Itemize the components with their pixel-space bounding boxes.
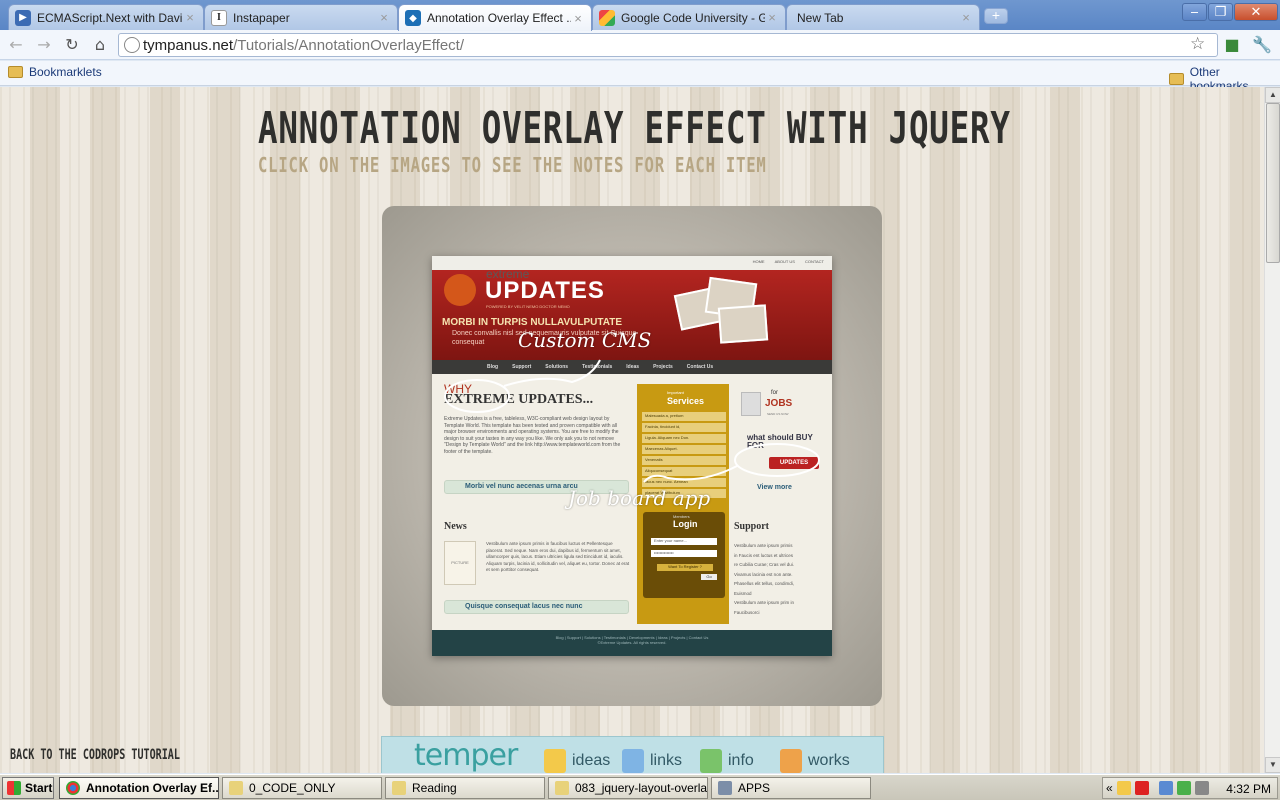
vertical-scrollbar[interactable]: ▲ ▼: [1264, 87, 1280, 773]
tray-expand-icon[interactable]: «: [1106, 781, 1113, 795]
codrops-icon: ◆: [405, 10, 421, 26]
bookmark-star-icon[interactable]: ☆: [1190, 34, 1205, 54]
taskbar-item-label: APPS: [738, 781, 771, 795]
picture-icon: [780, 749, 802, 773]
forward-arrow-icon[interactable]: →: [34, 35, 54, 55]
url-path: /Tutorials/AnnotationOverlayEffect/: [233, 36, 465, 54]
security-icon[interactable]: [1176, 781, 1191, 795]
annotation-connector: [643, 465, 738, 483]
clock: 4:32 PM: [1226, 782, 1271, 796]
annotation-connector: [503, 359, 601, 387]
taskbar-item-reading[interactable]: Reading: [385, 777, 545, 799]
network-icon[interactable]: [1158, 781, 1173, 795]
promo-item-works[interactable]: works: [780, 749, 850, 773]
taskbar-item-label: 083_jquery-layout-overlay: [575, 781, 708, 795]
tab-ecmascript[interactable]: ▶ ECMAScript.Next with Davi... ×: [8, 4, 204, 30]
gmail-icon[interactable]: [1134, 781, 1149, 795]
taskbar-item-label: Reading: [412, 781, 457, 795]
tab-title: New Tab: [797, 10, 844, 25]
start-label: Start: [25, 781, 53, 795]
chrome-icon: [66, 781, 80, 795]
address-bar[interactable]: tympanus.net/Tutorials/AnnotationOverlay…: [118, 33, 1218, 57]
extension-icon[interactable]: ■: [1222, 35, 1242, 55]
start-button[interactable]: Start: [2, 777, 54, 799]
link-icon: [622, 749, 644, 773]
annotation-note-cms: Custom CMS: [518, 328, 652, 352]
tab-instapaper[interactable]: I Instapaper ×: [204, 4, 398, 30]
windows-logo-icon: [7, 781, 21, 795]
tab-annotation-overlay[interactable]: ◆ Annotation Overlay Effect ... ×: [398, 4, 592, 31]
url-host: tympanus.net: [143, 36, 234, 54]
taskbar-item-label: 0_CODE_ONLY: [249, 781, 336, 795]
promo-item-links[interactable]: links: [622, 749, 682, 773]
tab-new-tab[interactable]: New Tab ×: [786, 4, 980, 30]
close-window-button[interactable]: ✕: [1234, 3, 1278, 21]
annotation-note-job-board: Job board app: [568, 486, 711, 510]
folder-icon: [8, 66, 23, 78]
taskbar-item-browser[interactable]: Annotation Overlay Ef...: [59, 777, 219, 799]
new-tab-button[interactable]: +: [984, 8, 1008, 24]
taskbar-item-label: Annotation Overlay Ef...: [86, 781, 219, 795]
taskbar-item-jquery-layout[interactable]: 083_jquery-layout-overlay: [548, 777, 708, 799]
browser-titlebar: ▶ ECMAScript.Next with Davi... × I Insta…: [0, 0, 1280, 31]
annotation-strokes: [444, 359, 820, 483]
promo-item-ideas[interactable]: ideas: [544, 749, 610, 773]
notepad-icon: [392, 781, 406, 795]
tab-title: Annotation Overlay Effect ...: [427, 11, 571, 25]
notepad-icon: [229, 781, 243, 795]
home-icon[interactable]: ⌂: [90, 35, 110, 55]
globe-icon: [124, 37, 140, 53]
tab-close-icon[interactable]: ×: [765, 10, 779, 25]
annotation-circle: [734, 443, 820, 477]
notepad-icon: [555, 781, 569, 795]
windows-taskbar: Start Annotation Overlay Ef... 0_CODE_ON…: [0, 774, 1280, 800]
tab-close-icon[interactable]: ×: [571, 11, 585, 26]
scroll-thumb[interactable]: [1266, 103, 1280, 263]
promo-label: ideas: [572, 752, 611, 769]
video-icon: ▶: [15, 9, 31, 26]
taskbar-item-apps[interactable]: APPS: [711, 777, 871, 799]
reload-icon[interactable]: ↻: [62, 35, 82, 55]
tray-app-icon[interactable]: [1116, 781, 1131, 795]
page-viewport: ANNOTATION OVERLAY EFFECT WITH JQUERY CL…: [0, 87, 1264, 773]
taskbar-item-code-only[interactable]: 0_CODE_ONLY: [222, 777, 382, 799]
tab-title: Instapaper: [233, 10, 290, 25]
tab-close-icon[interactable]: ×: [183, 10, 197, 25]
promo-item-info[interactable]: info: [700, 749, 754, 773]
wrench-icon[interactable]: 🔧: [1252, 35, 1272, 55]
back-to-tutorial-link[interactable]: BACK TO THE CODROPS TUTORIAL: [10, 747, 180, 763]
page-title: ANNOTATION OVERLAY EFFECT WITH JQUERY: [258, 103, 1011, 154]
promo-label: works: [808, 752, 850, 769]
maximize-button[interactable]: ❐: [1208, 3, 1233, 21]
scroll-down-arrow-icon[interactable]: ▼: [1265, 757, 1280, 773]
system-tray: « 4:32 PM: [1102, 777, 1278, 799]
instapaper-icon: I: [211, 9, 227, 26]
minimize-button[interactable]: ‒: [1182, 3, 1207, 21]
promo-banner[interactable]: temper ideas links info works: [381, 736, 884, 773]
google-icon: [599, 9, 615, 26]
volume-icon[interactable]: [1194, 781, 1209, 795]
info-icon: [700, 749, 722, 773]
annotation-circle: [444, 379, 510, 413]
tab-close-icon[interactable]: ×: [959, 10, 973, 25]
app-window-icon: [718, 781, 732, 795]
bookmark-folder-bookmarklets[interactable]: Bookmarklets: [8, 65, 102, 79]
page-subtitle: CLICK ON THE IMAGES TO SEE THE NOTES FOR…: [258, 153, 767, 177]
lightbulb-icon: [544, 749, 566, 773]
bookmark-label: Bookmarklets: [29, 65, 102, 79]
annotated-screenshot[interactable]: HOME ABOUT US CONTACT extreme UPDATES PO…: [432, 256, 832, 656]
promo-label: links: [650, 752, 683, 769]
temper-logo: temper: [414, 738, 518, 773]
tab-close-icon[interactable]: ×: [377, 10, 391, 25]
tab-title: Google Code University - G...: [621, 10, 765, 25]
tab-google-code[interactable]: Google Code University - G... ×: [592, 4, 786, 30]
scroll-up-arrow-icon[interactable]: ▲: [1265, 87, 1280, 103]
folder-icon: [1169, 73, 1184, 85]
bookmarks-bar: Bookmarklets Other bookmarks: [0, 61, 1280, 93]
browser-toolbar: ← → ↻ ⌂ tympanus.net/Tutorials/Annotatio…: [0, 30, 1280, 60]
tab-title: ECMAScript.Next with Davi...: [37, 10, 183, 25]
image-frame: HOME ABOUT US CONTACT extreme UPDATES PO…: [382, 206, 882, 706]
promo-label: info: [728, 752, 754, 769]
back-arrow-icon[interactable]: ←: [6, 35, 26, 55]
